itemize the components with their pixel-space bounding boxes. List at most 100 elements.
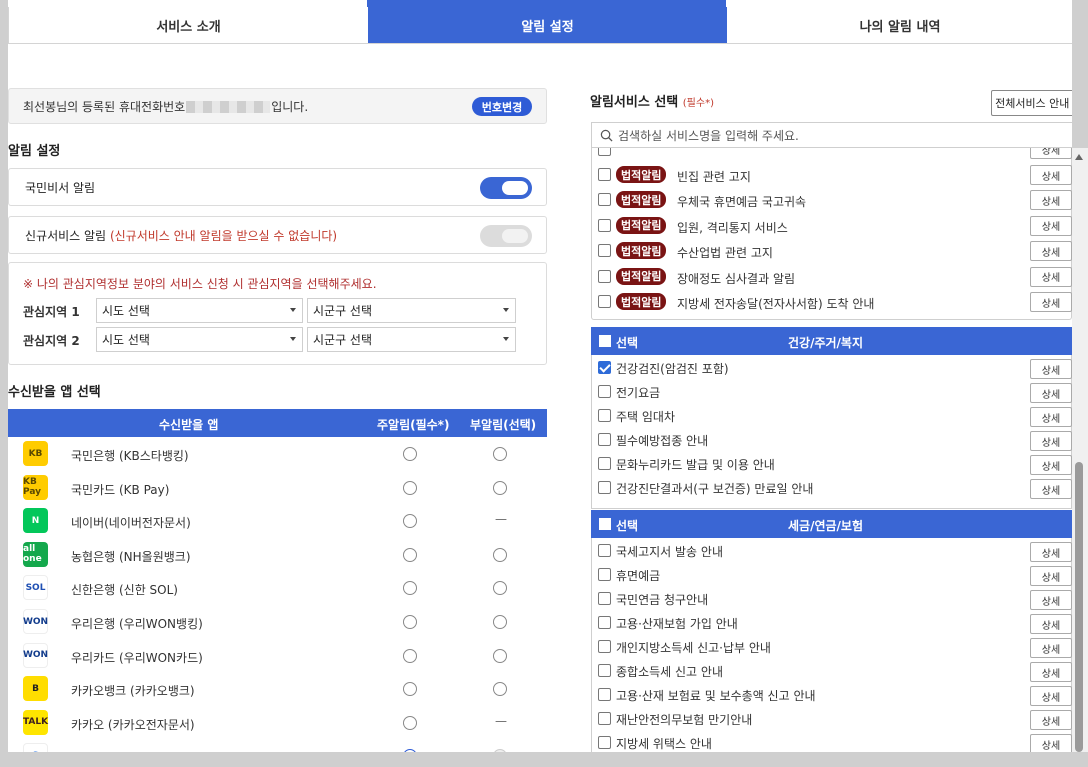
service-checkbox[interactable] [598, 457, 611, 470]
app-logo-icon: WON [23, 642, 48, 668]
service-checkbox[interactable] [598, 385, 611, 398]
service-checkbox[interactable] [598, 269, 611, 283]
service-checkbox[interactable] [598, 544, 611, 557]
tab-my-alarm-history[interactable]: 나의 알림 내역 [727, 7, 1072, 43]
phone-text-after: 입니다. [271, 99, 309, 114]
service-checkbox[interactable] [598, 592, 611, 605]
scroll-up-arrow-icon[interactable] [1075, 154, 1083, 160]
service-checkbox[interactable] [598, 568, 611, 581]
sub-alarm-radio[interactable] [493, 682, 507, 697]
main-alarm-radio[interactable] [403, 547, 417, 562]
all-services-guide-label: 전체서비스 안내 [995, 97, 1070, 110]
detail-button[interactable]: 상세 [1030, 190, 1072, 211]
detail-button[interactable]: 상세 [1030, 266, 1072, 287]
service-checkbox[interactable] [598, 409, 611, 422]
service-checkbox[interactable] [598, 295, 611, 308]
app-name: 토스 (토스) [71, 749, 128, 752]
sub-alarm-radio[interactable] [493, 581, 507, 596]
detail-button[interactable]: 상세 [1030, 383, 1072, 403]
region-2-sigungu-value: 시군구 선택 [313, 333, 373, 347]
service-checkbox[interactable] [598, 244, 611, 258]
region-2-sigungu-select[interactable]: 시군구 선택 [307, 327, 516, 352]
detail-button[interactable]: 상세 [1030, 542, 1072, 562]
main-alarm-radio[interactable] [403, 749, 417, 752]
tab-alarm-settings[interactable]: 알림 설정 [368, 7, 727, 43]
phone-text-before: 최선봉님의 등록된 휴대전화번호 [23, 99, 186, 114]
tab-service-intro[interactable]: 서비스 소개 [9, 7, 368, 43]
service-checkbox[interactable] [598, 664, 611, 677]
app-logo-icon: WON [23, 609, 48, 634]
detail-button[interactable]: 상세 [1030, 148, 1072, 159]
main-alarm-radio[interactable] [403, 682, 417, 697]
detail-button[interactable]: 상세 [1030, 710, 1072, 730]
app-row: TALK 카카오 (카카오전자문서) — [8, 706, 547, 740]
kukmin-alarm-toggle[interactable] [480, 177, 532, 199]
detail-button[interactable]: 상세 [1030, 662, 1072, 682]
change-number-button[interactable]: 번호변경 [472, 97, 532, 116]
detail-button[interactable]: 상세 [1030, 734, 1072, 752]
detail-button[interactable]: 상세 [1030, 614, 1072, 634]
detail-button[interactable]: 상세 [1030, 165, 1072, 185]
service-checkbox[interactable] [598, 361, 611, 374]
service-checkbox[interactable] [598, 616, 611, 629]
service-checkbox[interactable] [598, 481, 611, 494]
main-alarm-radio[interactable] [403, 648, 417, 663]
service-checkbox[interactable] [598, 688, 611, 701]
region-1-sido-select[interactable]: 시도 선택 [96, 298, 303, 323]
main-alarm-radio[interactable] [403, 615, 417, 629]
detail-button[interactable]: 상세 [1030, 590, 1072, 610]
service-checkbox[interactable] [598, 218, 611, 232]
service-checkbox[interactable] [598, 640, 611, 653]
service-checkbox[interactable] [598, 168, 611, 181]
region-1-sigungu-select[interactable]: 시군구 선택 [307, 298, 516, 323]
scrollbar-thumb[interactable] [1075, 462, 1083, 752]
select-all-checkbox[interactable] [599, 335, 611, 347]
app-row: WON 우리은행 (우리WON뱅킹) [8, 605, 547, 639]
detail-button[interactable]: 상세 [1030, 566, 1072, 586]
service-name: 입원, 격리통지 서비스 [677, 220, 788, 235]
legal-notice-badge: 법적알림 [616, 191, 667, 209]
sub-alarm-radio[interactable] [493, 615, 507, 629]
service-search-input[interactable]: 검색하실 서비스명을 입력해 주세요. [591, 122, 1072, 148]
detail-button[interactable]: 상세 [1030, 215, 1072, 236]
detail-button[interactable]: 상세 [1030, 241, 1072, 262]
service-checkbox[interactable] [598, 433, 611, 446]
detail-button[interactable]: 상세 [1030, 431, 1072, 451]
active-tab-accent [367, 0, 726, 7]
app-name: 카카오 (카카오전자문서) [71, 717, 195, 732]
detail-button[interactable]: 상세 [1030, 292, 1072, 312]
main-alarm-radio[interactable] [403, 581, 417, 596]
region-2-sido-value: 시도 선택 [102, 333, 150, 347]
app-table-header: 수신받을 앱 주알림(필수*) 부알림(선택) [8, 409, 547, 437]
all-services-guide-button[interactable]: 전체서비스 안내 [991, 90, 1072, 116]
service-checkbox[interactable] [598, 712, 611, 725]
region-note: ※ 나의 관심지역정보 분야의 서비스 신청 시 관심지역을 선택해주세요. [23, 277, 377, 291]
service-checkbox[interactable] [598, 193, 611, 207]
sub-alarm-radio[interactable] [493, 480, 507, 495]
select-all-checkbox[interactable] [599, 518, 611, 530]
region-2-sido-select[interactable]: 시도 선택 [96, 327, 303, 352]
sub-alarm-radio[interactable] [493, 648, 507, 663]
detail-button[interactable]: 상세 [1030, 638, 1072, 658]
detail-button[interactable]: 상세 [1030, 359, 1072, 379]
detail-button[interactable]: 상세 [1030, 686, 1072, 706]
main-alarm-radio[interactable] [403, 480, 417, 495]
service-checkbox[interactable] [598, 148, 611, 156]
service-checkbox[interactable] [598, 736, 611, 749]
detail-button[interactable]: 상세 [1030, 407, 1072, 427]
main-alarm-radio[interactable] [403, 514, 417, 529]
scrollbar[interactable] [1072, 148, 1088, 752]
service-row: 종합소득세 신고 안내 상세 [591, 660, 1072, 684]
new-service-alarm-toggle[interactable] [480, 225, 532, 247]
detail-button[interactable]: 상세 [1030, 455, 1072, 475]
service-name: 종합소득세 신고 안내 [616, 665, 723, 679]
sub-alarm-radio[interactable] [493, 447, 507, 461]
main-alarm-radio[interactable] [403, 715, 417, 730]
sub-alarm-radio[interactable] [493, 547, 507, 562]
service-group-header: 선택 건강/주거/복지 [591, 327, 1072, 355]
main-alarm-radio[interactable] [403, 447, 417, 461]
service-row: 법적알림 우체국 휴면예금 국고귀속 상세 [591, 187, 1072, 211]
detail-button[interactable]: 상세 [1030, 479, 1072, 499]
app-logo-icon: S [23, 743, 48, 752]
service-row: 주택 임대차 상세 [591, 405, 1072, 429]
